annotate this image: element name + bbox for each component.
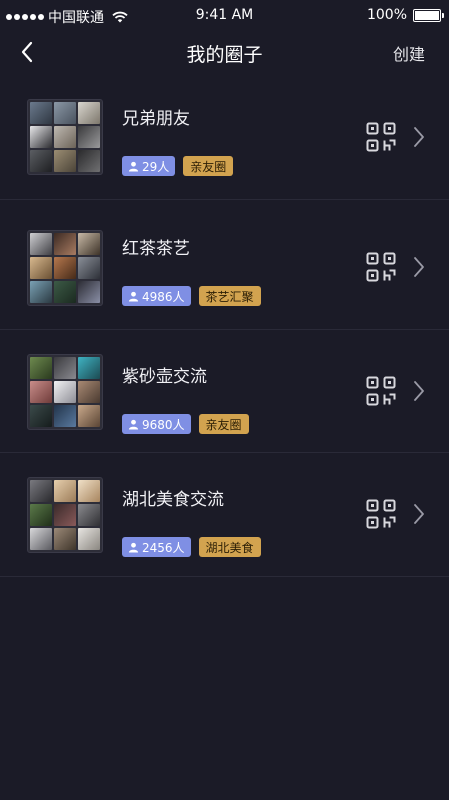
- circle-avatar-grid: [27, 354, 103, 430]
- chevron-right-icon: [414, 381, 424, 401]
- person-icon: [128, 161, 139, 172]
- circle-list: 兄弟朋友 29人 亲友圈 红茶茶艺 4986人 茶艺汇聚 紫砂壶交流 9680人…: [0, 74, 449, 577]
- circle-tags: 9680人 亲友圈: [122, 414, 249, 434]
- chevron-right-icon: [414, 504, 424, 524]
- circle-avatar-grid: [27, 230, 103, 306]
- chevron-right-icon: [414, 127, 424, 147]
- page-title: 我的圈子: [186, 44, 263, 66]
- person-icon: [128, 291, 139, 302]
- status-bar: 中国联通 9:41 AM 100%: [0, 0, 449, 30]
- circle-tags: 4986人 茶艺汇聚: [122, 286, 261, 306]
- create-button[interactable]: 创建: [393, 41, 425, 65]
- member-count: 4986人: [142, 289, 185, 304]
- qr-code-icon[interactable]: [366, 122, 396, 152]
- circle-name: 兄弟朋友: [122, 109, 190, 129]
- chevron-right-icon: [414, 257, 424, 277]
- circle-row[interactable]: 红茶茶艺 4986人 茶艺汇聚: [0, 200, 449, 330]
- circle-type-badge: 茶艺汇聚: [198, 286, 261, 306]
- member-count: 9680人: [142, 417, 185, 432]
- circle-name: 红茶茶艺: [122, 239, 190, 259]
- qr-code-icon[interactable]: [366, 252, 396, 282]
- circle-row[interactable]: 兄弟朋友 29人 亲友圈: [0, 74, 449, 200]
- person-icon: [128, 542, 139, 553]
- member-count-badge: 29人: [122, 156, 176, 176]
- circle-row[interactable]: 紫砂壶交流 9680人 亲友圈: [0, 330, 449, 453]
- circle-avatar-grid: [27, 99, 103, 175]
- nav-bar: 我的圈子 创建: [0, 30, 449, 74]
- circle-avatar-grid: [27, 477, 103, 553]
- circle-tags: 29人 亲友圈: [122, 156, 234, 176]
- member-count-badge: 9680人: [122, 414, 191, 434]
- status-right: 100%: [366, 7, 444, 23]
- battery-icon: [413, 8, 444, 22]
- member-count: 29人: [142, 159, 170, 174]
- qr-code-icon[interactable]: [366, 499, 396, 529]
- circle-row[interactable]: 湖北美食交流 2456人 湖北美食: [0, 453, 449, 577]
- circle-tags: 2456人 湖北美食: [122, 537, 261, 557]
- member-count-badge: 2456人: [122, 537, 191, 557]
- circle-type-badge: 湖北美食: [198, 537, 261, 557]
- person-icon: [128, 419, 139, 430]
- member-count: 2456人: [142, 540, 185, 555]
- circle-name: 湖北美食交流: [122, 490, 224, 510]
- qr-code-icon[interactable]: [366, 376, 396, 406]
- circle-type-badge: 亲友圈: [198, 414, 249, 434]
- battery-label: 100%: [366, 7, 407, 23]
- circle-name: 紫砂壶交流: [122, 367, 207, 387]
- member-count-badge: 4986人: [122, 286, 191, 306]
- circle-type-badge: 亲友圈: [183, 156, 234, 176]
